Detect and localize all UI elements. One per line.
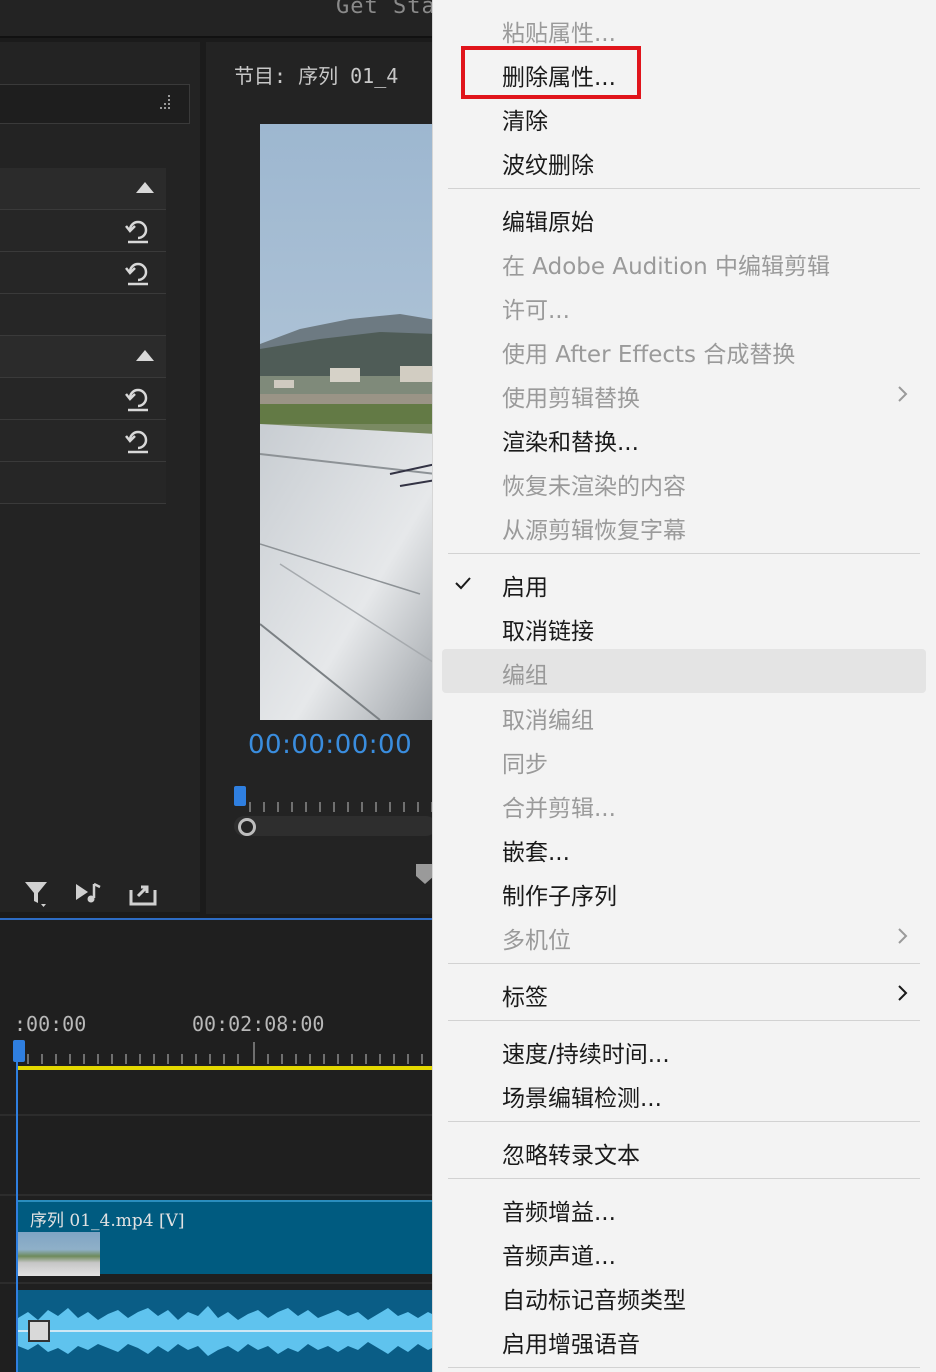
program-monitor: 节目: 序列 01_4 00:00:00:00: [206, 42, 436, 914]
menu-item-replace-with-clip[interactable]: 使用剪辑替换: [433, 372, 936, 416]
menu-item-ignore-transcript[interactable]: 忽略转录文本: [433, 1129, 936, 1173]
effect-property-row: [0, 294, 166, 336]
track-divider: [0, 1194, 436, 1196]
checkmark-icon: [455, 577, 471, 590]
collapse-triangle-icon[interactable]: [136, 350, 154, 361]
menu-item-merge-clips[interactable]: 合并剪辑...: [433, 782, 936, 826]
highlight-annotation-box: [461, 46, 641, 99]
effect-controls-toolbar: [0, 870, 200, 914]
program-playhead[interactable]: [234, 786, 246, 806]
menu-item-enable[interactable]: 启用: [433, 561, 936, 605]
menu-separator: [448, 1367, 920, 1368]
effect-controls-header: [0, 84, 190, 124]
submenu-arrow-icon: [898, 985, 908, 1001]
menu-item-clear[interactable]: 清除: [433, 95, 936, 139]
premiere-workspace: Get Sta 节目: 序列 01_4 00:00:00:00:00:00 0…: [0, 0, 436, 1372]
timeline-time-label: 00:02:08:00: [192, 1012, 325, 1036]
menu-separator: [448, 1020, 920, 1021]
context-menu: 粘贴属性... 删除属性... 清除 波纹删除 编辑原始 在 Adobe Aud…: [432, 0, 936, 1372]
zoom-scroll-handle[interactable]: [238, 818, 256, 836]
program-monitor-title[interactable]: 节目: 序列 01_4: [234, 60, 398, 89]
program-time-ruler[interactable]: [234, 788, 436, 814]
clip-thumbnail: [18, 1232, 100, 1276]
menu-item-speed-duration[interactable]: 速度/持续时间...: [433, 1028, 936, 1072]
menu-separator: [448, 188, 920, 189]
menu-item-replace-with-ae[interactable]: 使用 After Effects 合成替换: [433, 328, 936, 372]
menu-item-license[interactable]: 许可...: [433, 284, 936, 328]
reset-icon[interactable]: [124, 218, 152, 244]
menu-item-multi-camera[interactable]: 多机位: [433, 914, 936, 958]
effect-property-row[interactable]: [0, 210, 166, 252]
effect-property-row: [0, 462, 166, 504]
export-icon[interactable]: [128, 878, 158, 908]
menu-item-ripple-delete[interactable]: 波纹删除: [433, 139, 936, 183]
menu-item-ungroup[interactable]: 取消编组: [433, 694, 936, 738]
insert-audio-icon[interactable]: [74, 878, 104, 908]
effect-property-row[interactable]: [0, 252, 166, 294]
clip-label: 序列 01_4.mp4 [V]: [30, 1211, 185, 1231]
audio-clip[interactable]: [18, 1290, 436, 1372]
collapse-triangle-icon[interactable]: [136, 182, 154, 193]
submenu-arrow-icon: [898, 386, 908, 402]
keyframe-icon[interactable]: [28, 1320, 50, 1342]
program-zoom-scrollbar[interactable]: [234, 816, 436, 836]
video-preview[interactable]: [260, 124, 436, 720]
timeline-time-label: :00:00: [14, 1012, 87, 1036]
menu-item-label[interactable]: 标签: [433, 971, 936, 1015]
submenu-arrow-icon: [898, 928, 908, 944]
menu-item-auto-tag-audio[interactable]: 自动标记音频类型: [433, 1274, 936, 1318]
work-area-bar[interactable]: [16, 1066, 436, 1070]
effect-property-row[interactable]: [0, 420, 166, 462]
menu-separator: [448, 963, 920, 964]
menu-item-paste-attributes[interactable]: 粘贴属性...: [433, 7, 936, 51]
reset-icon[interactable]: [124, 428, 152, 454]
effect-property-row[interactable]: [0, 378, 166, 420]
menu-item-restore-unrendered[interactable]: 恢复未渲染的内容: [433, 460, 936, 504]
reset-icon[interactable]: [124, 386, 152, 412]
track-divider: [0, 1282, 436, 1284]
menu-item-scene-edit-detection[interactable]: 场景编辑检测...: [433, 1072, 936, 1116]
timeline-playhead[interactable]: [13, 1040, 25, 1062]
menu-item-restore-captions[interactable]: 从源剪辑恢复字幕: [433, 504, 936, 548]
program-timecode[interactable]: 00:00:00:00: [248, 730, 412, 760]
filter-icon[interactable]: [22, 878, 52, 908]
menu-item-render-and-replace[interactable]: 渲染和替换...: [433, 416, 936, 460]
audio-volume-line[interactable]: [18, 1330, 436, 1332]
effect-section-opacity[interactable]: [0, 336, 166, 378]
menu-item-unlink[interactable]: 取消链接: [433, 605, 936, 649]
menu-separator: [448, 1178, 920, 1179]
grip-icon[interactable]: [160, 95, 174, 113]
menu-item-enhance-speech[interactable]: 启用增强语音: [433, 1318, 936, 1362]
timeline-panel: :00:00 00:02:08:00 序列 01_4.mp4 [V]: [0, 918, 436, 1372]
menu-item-edit-original[interactable]: 编辑原始: [433, 196, 936, 240]
timeline-playhead-line[interactable]: [16, 1060, 18, 1372]
get-started-tab[interactable]: Get Sta: [336, 0, 436, 19]
timeline-ruler[interactable]: [16, 1040, 436, 1066]
menu-item-edit-in-audition[interactable]: 在 Adobe Audition 中编辑剪辑: [433, 240, 936, 284]
effect-section-motion[interactable]: [0, 168, 166, 210]
track-divider: [0, 1114, 436, 1116]
menu-item-audio-gain[interactable]: 音频增益...: [433, 1186, 936, 1230]
video-clip[interactable]: 序列 01_4.mp4 [V]: [18, 1200, 436, 1276]
menu-item-make-subsequence[interactable]: 制作子序列: [433, 870, 936, 914]
menu-item-audio-channels[interactable]: 音频声道...: [433, 1230, 936, 1274]
menu-item-synchronize[interactable]: 同步: [433, 738, 936, 782]
tab-strip: Get Sta: [0, 0, 436, 38]
reset-icon[interactable]: [124, 260, 152, 286]
menu-item-group[interactable]: 编组: [442, 649, 926, 693]
menu-separator: [448, 1121, 920, 1122]
menu-separator: [448, 553, 920, 554]
menu-item-nest[interactable]: 嵌套...: [433, 826, 936, 870]
